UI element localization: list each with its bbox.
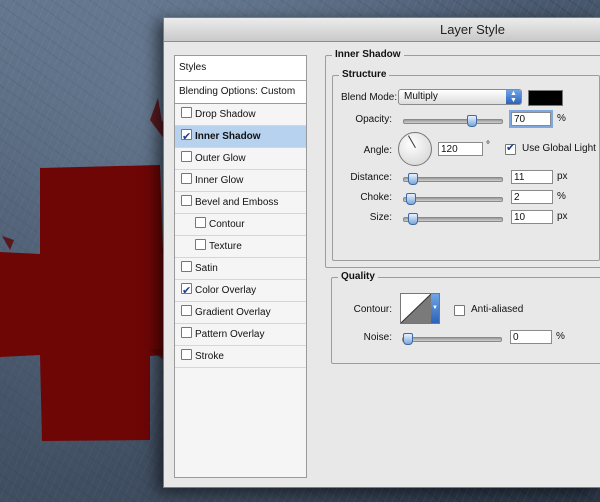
inner-shadow-title: Inner Shadow [332, 49, 404, 60]
noise-slider-thumb[interactable] [403, 333, 413, 345]
choke-input[interactable]: 2 [511, 190, 553, 204]
size-label: Size: [369, 212, 392, 223]
style-item-checkbox[interactable] [181, 173, 192, 184]
size-slider[interactable] [403, 213, 503, 225]
choke-unit: % [557, 191, 566, 202]
noise-label: Noise: [363, 332, 392, 343]
use-global-light-checkbox[interactable] [505, 141, 516, 155]
layer-style-dialog: Layer Style Styles Blending Options: Cus… [163, 17, 600, 488]
style-item-checkbox[interactable] [181, 349, 192, 360]
angle-label: Angle: [363, 145, 392, 156]
structure-title: Structure [339, 69, 390, 80]
opacity-input[interactable]: 70 [509, 110, 553, 128]
style-item-checkbox[interactable] [195, 217, 206, 228]
style-item-pattern-overlay[interactable]: Pattern Overlay [175, 324, 306, 346]
opacity-slider-thumb[interactable] [467, 115, 477, 127]
opacity-unit: % [557, 113, 566, 124]
style-item-gradient-overlay[interactable]: Gradient Overlay [175, 302, 306, 324]
angle-dial[interactable] [398, 132, 432, 166]
style-item-label: Bevel and Emboss [195, 197, 279, 208]
style-item-label: Satin [195, 263, 218, 274]
inner-shadow-panel: Inner Shadow Structure Blend Mode: Multi… [325, 49, 600, 475]
cross-shape [0, 165, 170, 441]
distance-slider-thumb[interactable] [408, 173, 418, 185]
style-item-checkbox[interactable] [181, 151, 192, 162]
style-item-stroke[interactable]: Stroke [175, 346, 306, 368]
style-item-contour[interactable]: Contour [175, 214, 306, 236]
style-item-color-overlay[interactable]: Color Overlay [175, 280, 306, 302]
style-item-inner-glow[interactable]: Inner Glow [175, 170, 306, 192]
angle-input[interactable]: 120 [438, 142, 483, 156]
anti-aliased-label: Anti-aliased [471, 304, 524, 315]
shadow-color-swatch[interactable] [528, 90, 563, 106]
style-item-label: Inner Shadow [195, 131, 261, 142]
style-item-label: Color Overlay [195, 285, 257, 296]
style-item-inner-shadow[interactable]: Inner Shadow [175, 126, 306, 148]
style-item-label: Contour [209, 219, 245, 230]
structure-group: Structure Blend Mode: Multiply ▲ ▼ Opacit… [332, 69, 600, 261]
style-item-outer-glow[interactable]: Outer Glow [175, 148, 306, 170]
style-item-checkbox[interactable] [181, 280, 192, 302]
dialog-title: Layer Style [164, 18, 600, 42]
blend-mode-select[interactable]: Multiply ▲ ▼ [398, 89, 522, 105]
style-item-label: Texture [209, 241, 242, 252]
noise-unit: % [556, 331, 565, 342]
styles-header[interactable]: Styles [175, 56, 306, 81]
size-input[interactable]: 10 [511, 210, 553, 224]
distance-unit: px [557, 171, 568, 182]
style-item-checkbox[interactable] [181, 261, 192, 272]
style-item-checkbox[interactable] [181, 305, 192, 316]
quality-group: Quality Contour: ▼ Anti-aliased Noise: 0… [331, 271, 600, 364]
quality-title: Quality [338, 271, 378, 282]
blend-mode-label: Blend Mode: [341, 92, 398, 103]
styles-list: Styles Blending Options: Custom Drop Sha… [174, 55, 307, 478]
contour-curve-icon [401, 294, 431, 323]
anti-aliased-checkbox[interactable] [454, 305, 465, 316]
inner-shadow-group: Inner Shadow Structure Blend Mode: Multi… [325, 49, 600, 268]
angle-unit: ° [486, 140, 490, 151]
style-item-checkbox[interactable] [181, 126, 192, 148]
choke-slider[interactable] [403, 193, 503, 205]
distance-slider[interactable] [403, 173, 503, 185]
select-arrows-icon: ▲ ▼ [506, 90, 521, 104]
style-item-checkbox[interactable] [181, 195, 192, 206]
blending-options-item[interactable]: Blending Options: Custom [175, 81, 306, 104]
style-item-label: Outer Glow [195, 153, 246, 164]
style-item-label: Pattern Overlay [195, 329, 265, 340]
noise-input[interactable]: 0 [510, 330, 552, 344]
contour-label: Contour: [353, 304, 392, 315]
style-item-texture[interactable]: Texture [175, 236, 306, 258]
blend-mode-value: Multiply [404, 91, 438, 102]
choke-label: Choke: [360, 192, 392, 203]
size-slider-thumb[interactable] [408, 213, 418, 225]
style-item-checkbox[interactable] [195, 239, 206, 250]
style-item-label: Gradient Overlay [195, 307, 271, 318]
style-item-bevel-and-emboss[interactable]: Bevel and Emboss [175, 192, 306, 214]
opacity-slider[interactable] [403, 115, 503, 127]
style-item-satin[interactable]: Satin [175, 258, 306, 280]
style-item-label: Stroke [195, 351, 224, 362]
style-item-label: Inner Glow [195, 175, 244, 186]
style-item-checkbox[interactable] [181, 327, 192, 338]
opacity-label: Opacity: [355, 114, 392, 125]
size-unit: px [557, 211, 568, 222]
distance-input[interactable]: 11 [511, 170, 553, 184]
angle-needle-icon [408, 135, 416, 148]
style-item-label: Drop Shadow [195, 109, 256, 120]
noise-slider[interactable] [402, 333, 502, 345]
contour-picker[interactable]: ▼ [400, 293, 440, 324]
choke-slider-thumb[interactable] [406, 193, 416, 205]
style-item-drop-shadow[interactable]: Drop Shadow [175, 104, 306, 126]
use-global-light-label: Use Global Light [522, 143, 596, 154]
style-item-checkbox[interactable] [181, 107, 192, 118]
contour-dropdown-icon: ▼ [431, 294, 439, 323]
distance-label: Distance: [350, 172, 392, 183]
